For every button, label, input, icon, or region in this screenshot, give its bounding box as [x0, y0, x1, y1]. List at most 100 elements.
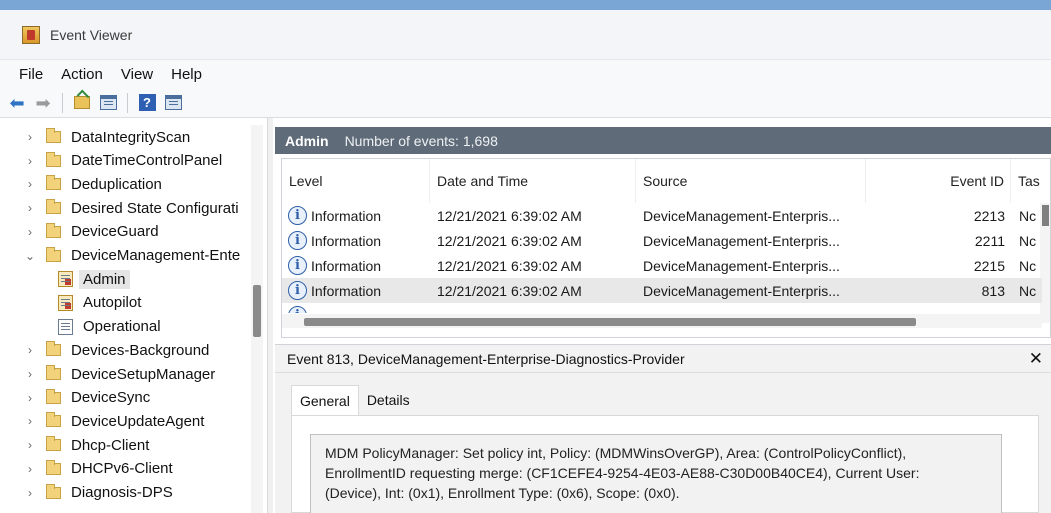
event-cell-text: DeviceManagement-Enterpris...	[643, 257, 840, 274]
tree-item-devicemanagement-ente[interactable]: ⌄ DeviceManagement-Ente	[0, 244, 250, 268]
chevron-right-icon[interactable]: ›	[24, 367, 36, 381]
tree-item-devicesync[interactable]: › DeviceSync	[0, 386, 250, 410]
event-cell-text: 813	[981, 282, 1005, 299]
tree-item-devicesetupmanager[interactable]: › DeviceSetupManager	[0, 362, 250, 386]
tree-item-devices-background[interactable]: › Devices-Background	[0, 338, 250, 362]
menu-file[interactable]: File	[10, 66, 52, 83]
information-icon: i	[288, 206, 307, 225]
event-cell-source: DeviceManagement-Enterpris...	[643, 253, 866, 278]
chevron-right-icon[interactable]: ›	[24, 462, 36, 476]
back-arrow-icon[interactable]: ⬅	[6, 92, 28, 114]
event-cell-text: 12/21/2021 6:39:02 AM	[437, 257, 582, 274]
events-list[interactable]: Level Date and Time Source Event ID Tas …	[281, 158, 1051, 338]
chevron-right-icon[interactable]: ›	[24, 343, 36, 357]
tab-details[interactable]: Details	[359, 385, 418, 415]
chevron-right-icon[interactable]: ›	[24, 201, 36, 215]
chevron-right-icon[interactable]: ›	[24, 130, 36, 144]
help-icon: ?	[138, 94, 156, 111]
folder-icon	[46, 199, 61, 215]
help-button[interactable]: ?	[136, 92, 158, 114]
window-title: Event Viewer	[50, 26, 133, 43]
tree-item-admin[interactable]: Admin	[0, 267, 250, 291]
tree-item-desired-state-configurati[interactable]: › Desired State Configurati	[0, 196, 250, 220]
forward-arrow-icon[interactable]: ➡	[32, 92, 54, 114]
tab-general[interactable]: General	[291, 385, 359, 416]
tree-item-diagnosis-dps[interactable]: › Diagnosis-DPS	[0, 481, 250, 505]
event-cell-text: DeviceManagement-Enterpris...	[643, 282, 840, 299]
event-cell-level: i Information	[288, 278, 430, 303]
tree-item-label: Operational	[83, 318, 161, 336]
chevron-right-icon[interactable]: ›	[24, 414, 36, 428]
detail-tabs: General Details	[291, 385, 418, 416]
tree-item-label: DeviceGuard	[71, 223, 159, 241]
toolbar-separator	[62, 92, 63, 113]
toolbar-separator	[127, 92, 128, 113]
event-cell-text: Nc	[1019, 232, 1037, 249]
event-row-partial[interactable]: i	[282, 303, 1042, 313]
close-icon[interactable]: ✕	[1029, 349, 1043, 369]
up-folder-button[interactable]	[71, 92, 93, 114]
event-description[interactable]: MDM PolicyManager: Set policy int, Polic…	[310, 434, 1002, 513]
chevron-right-icon[interactable]: ›	[24, 438, 36, 452]
show-hide-tree-button[interactable]	[97, 92, 119, 114]
chevron-right-icon[interactable]: ›	[24, 391, 36, 405]
tree-item-autopilot[interactable]: Autopilot	[0, 291, 250, 315]
tree-item-operational[interactable]: Operational	[0, 315, 250, 339]
information-icon: i	[288, 231, 307, 250]
column-header-date-time[interactable]: Date and Time	[430, 159, 636, 203]
chevron-right-icon[interactable]: ›	[24, 486, 36, 500]
event-cell-datetime: 12/21/2021 6:39:02 AM	[437, 278, 636, 303]
folder-icon	[46, 341, 61, 357]
information-icon: i	[288, 306, 307, 313]
column-header-source[interactable]: Source	[636, 159, 866, 203]
event-row[interactable]: i Information 12/21/2021 6:39:02 AM DeviceM…	[282, 228, 1042, 253]
description-line: (Device), Int: (0x1), Enrollment Type: (…	[325, 485, 680, 501]
tree-item-deduplication[interactable]: › Deduplication	[0, 172, 250, 196]
tree-scroll-thumb[interactable]	[253, 285, 261, 337]
tree-item-dataintegrityscan[interactable]: › DataIntegrityScan	[0, 125, 250, 149]
tree-item-dhcpv6-client[interactable]: › DHCPv6-Client	[0, 457, 250, 481]
tree-item-dhcp-client[interactable]: › Dhcp-Client	[0, 433, 250, 457]
column-header-level[interactable]: Level	[282, 159, 430, 203]
event-cell-datetime: 12/21/2021 6:39:02 AM	[437, 253, 636, 278]
column-header-event-id[interactable]: Event ID	[866, 159, 1011, 203]
menu-action[interactable]: Action	[52, 66, 112, 83]
tree-item-deviceguard[interactable]: › DeviceGuard	[0, 220, 250, 244]
folder-icon	[46, 483, 61, 499]
action-pane-button[interactable]	[162, 92, 184, 114]
event-cell-task: Nc	[1019, 278, 1043, 303]
events-panel-header: Admin Number of events: 1,698	[275, 127, 1051, 154]
folder-icon	[46, 459, 61, 475]
event-cell-text: Information	[311, 232, 382, 249]
chevron-right-icon[interactable]: ›	[24, 177, 36, 191]
event-cell-text: Nc	[1019, 282, 1037, 299]
chevron-right-icon[interactable]: ›	[24, 154, 36, 168]
chevron-right-icon[interactable]: ›	[24, 225, 36, 239]
event-row[interactable]: i Information 12/21/2021 6:39:02 AM DeviceM…	[282, 203, 1042, 228]
information-icon: i	[288, 256, 307, 275]
event-detail-body: General Details MDM PolicyManager: Set p…	[275, 373, 1051, 513]
console-tree-icon	[99, 95, 117, 110]
tree-item-datetimecontrolpanel[interactable]: › DateTimeControlPanel	[0, 149, 250, 173]
event-detail-header: Event 813, DeviceManagement-Enterprise-D…	[275, 344, 1051, 373]
event-cell-task: Nc	[1019, 228, 1043, 253]
event-row[interactable]: i Information 12/21/2021 6:39:02 AM DeviceM…	[282, 278, 1042, 303]
event-row[interactable]: i Information 12/21/2021 6:39:02 AM DeviceM…	[282, 253, 1042, 278]
events-horizontal-scroll-thumb[interactable]	[304, 318, 916, 326]
folder-icon	[46, 151, 61, 167]
pane-splitter[interactable]	[267, 118, 273, 513]
events-vertical-scroll-thumb[interactable]	[1042, 205, 1049, 226]
menu-help[interactable]: Help	[162, 66, 211, 83]
column-header-task[interactable]: Tas	[1011, 159, 1050, 203]
tree-item-label: DeviceUpdateAgent	[71, 412, 205, 430]
event-cell-level: i Information	[288, 228, 430, 253]
chevron-down-icon[interactable]: ⌄	[24, 249, 36, 263]
event-cell-text: Information	[311, 207, 382, 224]
navigation-tree[interactable]: › DataIntegrityScan › DateTimeControlPanel ›…	[0, 125, 267, 513]
menu-view[interactable]: View	[112, 66, 162, 83]
folder-icon	[46, 365, 61, 380]
tree-item-label: DHCPv6-Client	[71, 460, 173, 478]
event-cell-datetime: 12/21/2021 6:39:02 AM	[437, 228, 636, 253]
tree-item-deviceupdateagent[interactable]: › DeviceUpdateAgent	[0, 409, 250, 433]
tree-item-label: Diagnosis-DPS	[71, 484, 173, 501]
